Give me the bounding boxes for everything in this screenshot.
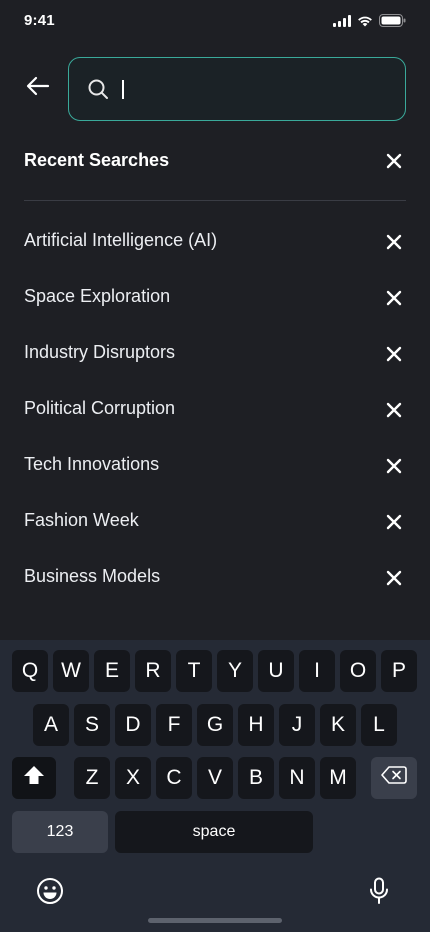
key-x[interactable]: X [115, 757, 151, 799]
close-icon [386, 346, 402, 362]
wifi-icon [357, 14, 373, 32]
close-icon [386, 290, 402, 306]
home-indicator [148, 918, 282, 923]
key-e[interactable]: E [94, 650, 130, 692]
signal-icon [333, 14, 351, 32]
recent-search-label: Political Corruption [24, 398, 176, 418]
remove-search-button[interactable] [384, 568, 404, 588]
recent-search-list: Artificial Intelligence (AI) Space Explo… [0, 214, 430, 606]
status-time: 9:41 [24, 12, 55, 29]
back-button[interactable] [22, 72, 54, 104]
key-u[interactable]: U [258, 650, 294, 692]
key-j[interactable]: J [279, 704, 315, 746]
remove-search-button[interactable] [384, 512, 404, 532]
key-g[interactable]: G [197, 704, 233, 746]
key-n[interactable]: N [279, 757, 315, 799]
key-f[interactable]: F [156, 704, 192, 746]
recent-search-item[interactable]: Business Models [0, 550, 430, 606]
recent-search-label: Business Models [24, 566, 161, 586]
close-icon [386, 514, 402, 530]
backspace-key[interactable] [371, 757, 417, 799]
recent-search-item[interactable]: Artificial Intelligence (AI) [0, 214, 430, 270]
key-a[interactable]: A [33, 704, 69, 746]
recent-search-label: Tech Innovations [24, 454, 160, 474]
key-m[interactable]: M [320, 757, 356, 799]
key-k[interactable]: K [320, 704, 356, 746]
key-d[interactable]: D [115, 704, 151, 746]
recent-search-item[interactable]: Political Corruption [0, 382, 430, 438]
shift-key[interactable] [12, 757, 56, 799]
dictation-button[interactable] [364, 877, 394, 910]
space-key[interactable]: space [115, 811, 313, 853]
recent-search-item[interactable]: Fashion Week [0, 494, 430, 550]
key-y[interactable]: Y [217, 650, 253, 692]
recent-search-label: Industry Disruptors [24, 342, 176, 362]
search-input[interactable] [119, 69, 379, 109]
clear-all-button[interactable] [384, 151, 404, 171]
battery-icon [379, 14, 406, 32]
close-icon [386, 458, 402, 474]
recent-search-item[interactable]: Industry Disruptors [0, 326, 430, 382]
numbers-key[interactable]: 123 [12, 811, 108, 853]
recent-search-label: Artificial Intelligence (AI) [24, 230, 218, 250]
remove-search-button[interactable] [384, 288, 404, 308]
status-bar: 9:41 [0, 0, 430, 44]
key-i[interactable]: I [299, 650, 335, 692]
back-arrow-icon [26, 76, 50, 101]
recent-search-item[interactable]: Tech Innovations [0, 438, 430, 494]
shift-icon [23, 765, 45, 791]
status-icons [333, 14, 406, 32]
key-w[interactable]: W [53, 650, 89, 692]
emoji-icon [36, 877, 64, 910]
key-q[interactable]: Q [12, 650, 48, 692]
key-z[interactable]: Z [74, 757, 110, 799]
key-l[interactable]: L [361, 704, 397, 746]
search-screen: 9:41 Recent Searches Artificial Intellig… [0, 0, 430, 932]
key-b[interactable]: B [238, 757, 274, 799]
remove-search-button[interactable] [384, 400, 404, 420]
remove-search-button[interactable] [384, 456, 404, 476]
recent-searches-title: Recent Searches [24, 150, 170, 170]
text-cursor [122, 80, 124, 99]
recent-search-label: Space Exploration [24, 286, 171, 306]
backspace-icon [381, 766, 407, 790]
key-r[interactable]: R [135, 650, 171, 692]
close-icon [386, 234, 402, 250]
remove-search-button[interactable] [384, 232, 404, 252]
key-h[interactable]: H [238, 704, 274, 746]
key-s[interactable]: S [74, 704, 110, 746]
close-icon [384, 153, 404, 175]
key-p[interactable]: P [381, 650, 417, 692]
key-o[interactable]: O [340, 650, 376, 692]
key-c[interactable]: C [156, 757, 192, 799]
close-icon [386, 402, 402, 418]
divider [24, 200, 406, 201]
key-v[interactable]: V [197, 757, 233, 799]
search-icon [87, 78, 109, 100]
key-t[interactable]: T [176, 650, 212, 692]
close-icon [386, 570, 402, 586]
keyboard: Q W E R T Y U I O P A S D F G H J K L Z … [0, 640, 430, 932]
search-box[interactable] [68, 57, 406, 121]
remove-search-button[interactable] [384, 344, 404, 364]
recent-search-label: Fashion Week [24, 510, 139, 530]
microphone-icon [368, 877, 390, 910]
recent-search-item[interactable]: Space Exploration [0, 270, 430, 326]
emoji-button[interactable] [35, 877, 65, 910]
